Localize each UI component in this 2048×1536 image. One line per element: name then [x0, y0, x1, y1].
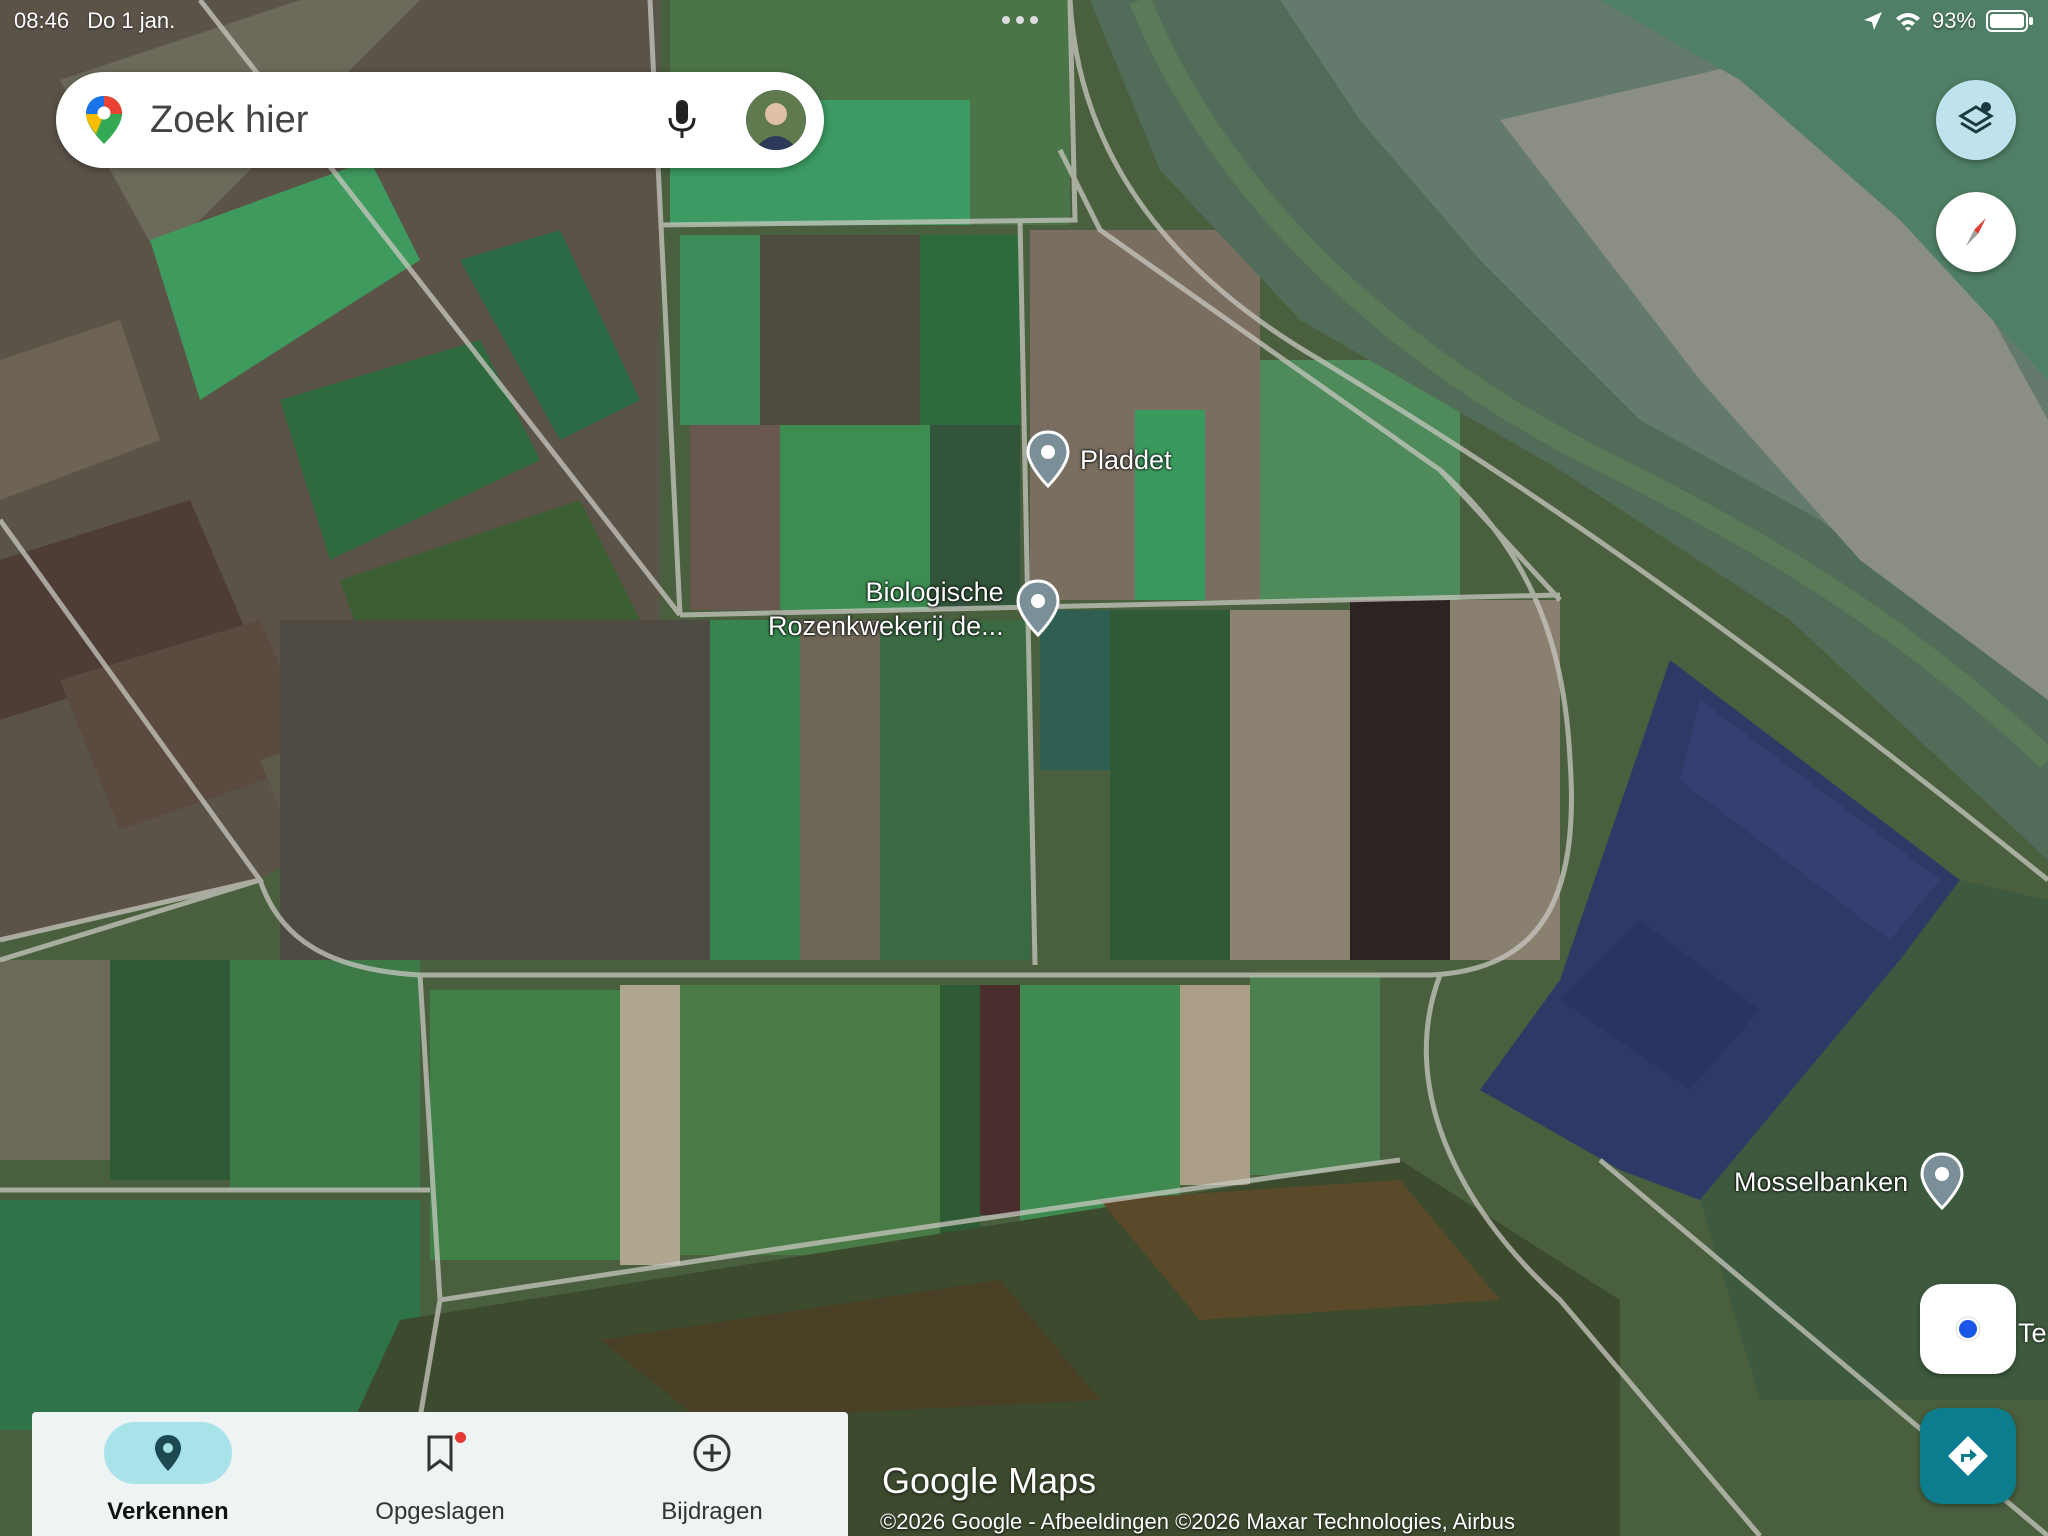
wifi-icon [1895, 13, 1920, 31]
bookmark-icon [427, 1435, 453, 1472]
layers-button[interactable] [1936, 80, 2016, 160]
account-avatar[interactable] [746, 90, 806, 150]
place-pin-icon [1920, 1152, 1964, 1211]
battery-percent: 93% [1931, 8, 1976, 33]
microphone-icon[interactable] [662, 96, 702, 144]
place-pin-icon [1026, 430, 1070, 489]
add-circle-icon [693, 1434, 731, 1472]
explore-pin-icon [155, 1435, 181, 1471]
compass-button[interactable] [1936, 192, 2016, 272]
tab-label-opgeslagen: Opgeslagen [375, 1498, 505, 1525]
place-label-pladdet: Pladdet [1080, 444, 1172, 475]
place-label-rozen-line2: Rozenkwekerij de... [768, 611, 1004, 641]
tab-label-verkennen: Verkennen [107, 1498, 229, 1525]
tab-opgeslagen[interactable]: Opgeslagen [304, 1412, 576, 1536]
google-maps-wordmark: Google Maps [882, 1460, 1097, 1501]
place-marker-pladdet[interactable]: Pladdet [1024, 430, 1172, 490]
tab-bijdragen[interactable]: Bijdragen [576, 1412, 848, 1536]
search-bar[interactable]: Zoek hier [56, 72, 824, 168]
copyright-text[interactable]: ©2026 Google - Afbeeldingen ©2026 Maxar … [880, 1509, 1515, 1535]
place-pin-icon [1016, 579, 1060, 638]
place-marker-mosselbanken[interactable]: Mosselbanken [1734, 1152, 1966, 1212]
compass-icon [1966, 218, 1986, 246]
place-label-mosselbanken: Mosselbanken [1734, 1166, 1909, 1197]
place-label-rozen-line1: Biologische [865, 577, 1004, 607]
satellite-map[interactable] [0, 0, 2048, 1536]
my-location-button[interactable] [1920, 1284, 2016, 1374]
layers-icon [1958, 102, 1994, 134]
tab-verkennen[interactable]: Verkennen [32, 1412, 304, 1536]
directions-button[interactable] [1920, 1408, 2016, 1504]
battery-icon [1986, 10, 2033, 32]
tab-label-bijdragen: Bijdragen [661, 1498, 763, 1525]
my-location-dot-icon [1955, 1316, 1981, 1342]
notification-badge [455, 1432, 466, 1443]
multitasking-dots[interactable] [1002, 16, 1038, 24]
google-maps-logo-icon [86, 96, 122, 144]
search-input[interactable]: Zoek hier [150, 99, 662, 142]
status-time: 08:46 [14, 8, 70, 33]
place-label-edge: Te [2018, 1318, 2047, 1348]
status-date: Do 1 jan. [87, 8, 176, 33]
bottom-navigation: Verkennen Opgeslagen Bijdragen [32, 1412, 848, 1536]
directions-icon [1948, 1436, 1988, 1476]
place-marker-rozenkwekerij[interactable]: Biologische Rozenkwekerij de... [768, 575, 1062, 643]
location-arrow-icon [1863, 12, 1882, 30]
